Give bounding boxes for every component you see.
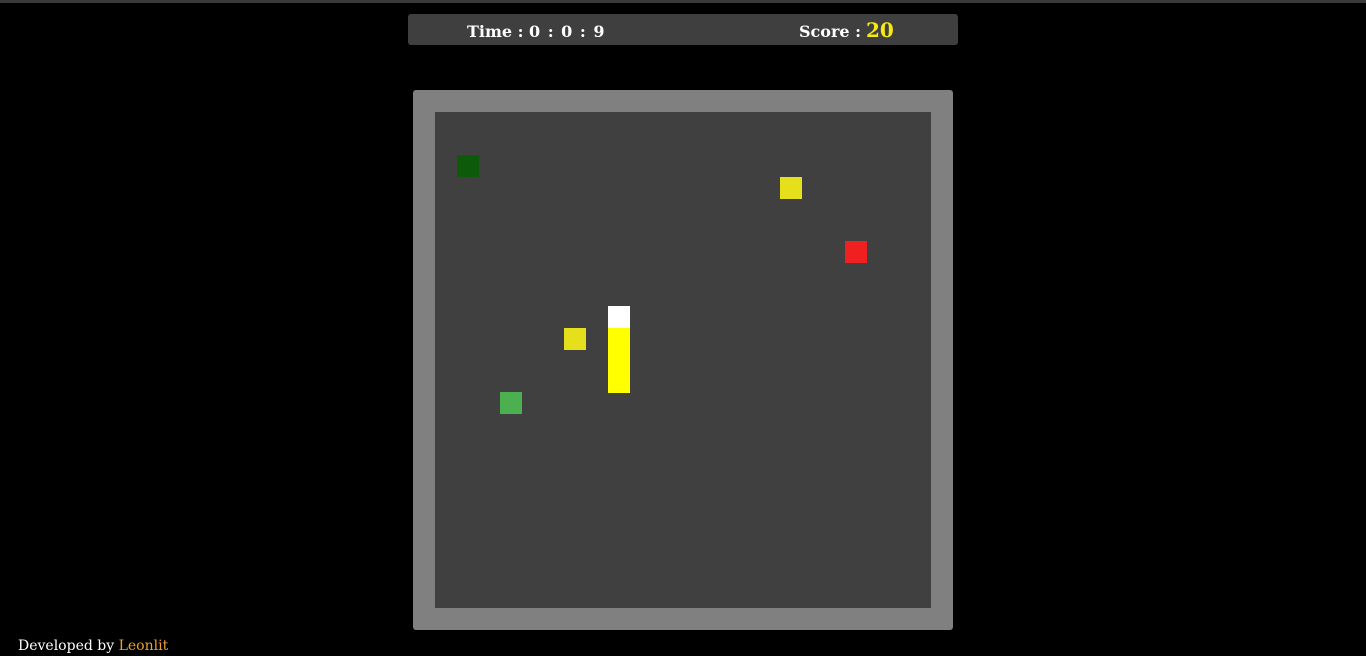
score-value: 20 [866,18,894,42]
red-block [844,241,867,264]
green-block [499,392,522,415]
score-label: Score : [799,22,862,41]
game-board-frame [413,90,953,630]
game-board[interactable] [435,112,931,608]
snake-body-segment [607,327,630,350]
snake-body-segment [607,349,630,372]
time-label: Time : [467,22,524,41]
footer-author-link[interactable]: Leonlit [119,638,169,654]
hud-bar: Time : 0 : 0 : 9 Score : 20 [408,14,958,45]
snake-head [607,306,630,329]
footer-prefix: Developed by [18,638,115,654]
snake-body-segment [607,370,630,393]
top-edge-divider [0,0,1366,3]
yellow-food [780,176,803,199]
time-value: 0 : 0 : 9 [529,22,606,41]
yellow-food [564,327,587,350]
dark-green-block [456,155,479,178]
footer-credit: Developed by Leonlit [18,638,168,654]
